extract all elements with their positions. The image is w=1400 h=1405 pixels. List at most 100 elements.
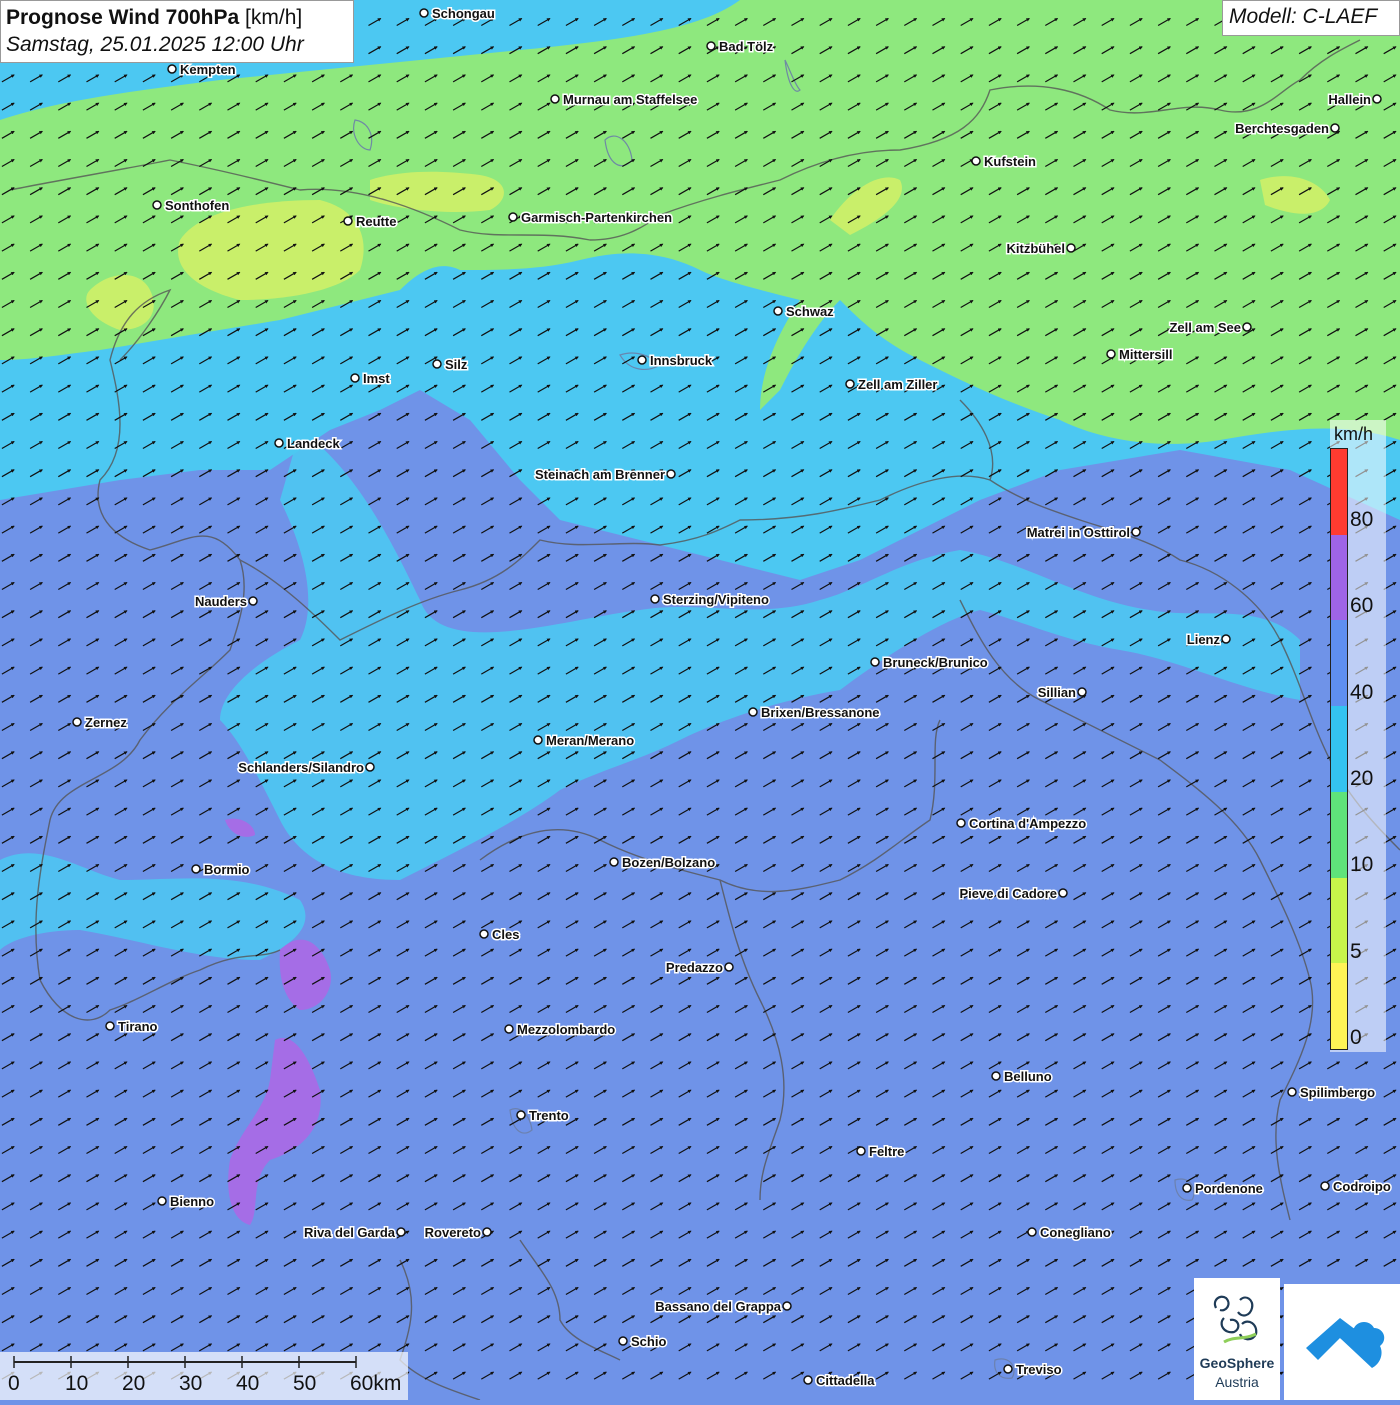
title-unit: [km/h] bbox=[245, 6, 303, 29]
city-garmisch-partenkirchen: Garmisch-Partenkirchen bbox=[508, 209, 674, 227]
scale-label: 50 bbox=[293, 1372, 317, 1395]
city-label: Innsbruck bbox=[650, 353, 713, 368]
city-label: Schwaz bbox=[786, 304, 834, 319]
city-marker bbox=[167, 64, 177, 74]
city-schlanders-silandro: Schlanders/Silandro bbox=[237, 759, 375, 777]
city-marker bbox=[157, 1196, 167, 1206]
city-label: Zell am Ziller bbox=[858, 377, 937, 392]
page-title: Prognose Wind 700hPa [km/h] bbox=[6, 4, 348, 32]
city-label: Mittersill bbox=[1119, 347, 1172, 362]
city-bassano-del-grappa: Bassano del Grappa bbox=[654, 1298, 792, 1316]
legend-tick-label: 40 bbox=[1350, 680, 1374, 704]
city-marker bbox=[1027, 1227, 1037, 1237]
city-label: Landeck bbox=[287, 436, 341, 451]
city-label: Schio bbox=[631, 1334, 666, 1349]
city-marker bbox=[637, 355, 647, 365]
city-marker bbox=[1077, 687, 1087, 697]
city-label: Mezzolombardo bbox=[517, 1022, 615, 1037]
city-label: Zell am See bbox=[1169, 320, 1241, 335]
city-marker bbox=[1003, 1364, 1013, 1374]
forecast-time: Samstag, 25.01.2025 12:00 Uhr bbox=[6, 33, 304, 56]
legend-tick-label: 20 bbox=[1350, 766, 1374, 790]
city-marker bbox=[856, 1146, 866, 1156]
city-zell-am-ziller: Zell am Ziller bbox=[845, 376, 939, 394]
city-brixen-bressanone: Brixen/Bressanone bbox=[748, 704, 881, 722]
city-label: Zernez bbox=[85, 715, 127, 730]
city-cortina-d-ampezzo: Cortina d'Ampezzo bbox=[956, 815, 1088, 833]
city-marker bbox=[396, 1227, 406, 1237]
scale-bar bbox=[0, 1352, 408, 1400]
city-label: Kufstein bbox=[984, 154, 1036, 169]
legend-swatch bbox=[1331, 877, 1347, 964]
legend-swatch bbox=[1331, 620, 1347, 707]
city-predazzo: Predazzo bbox=[664, 959, 734, 977]
city-marker bbox=[1058, 888, 1068, 898]
city-label: Bassano del Grappa bbox=[655, 1299, 781, 1314]
city-label: Cittadella bbox=[816, 1373, 875, 1388]
city-marker bbox=[105, 1021, 115, 1031]
city-marker bbox=[152, 200, 162, 210]
city-label: Matrei in Osttirol bbox=[1027, 525, 1130, 540]
city-label: Bienno bbox=[170, 1194, 214, 1209]
city-label: Hallein bbox=[1328, 92, 1371, 107]
city-label: Nauders bbox=[195, 594, 247, 609]
city-label: Murnau am Staffelsee bbox=[563, 92, 697, 107]
city-marker bbox=[343, 216, 353, 226]
city-schongau: Schongau bbox=[419, 5, 496, 23]
city-marker bbox=[191, 864, 201, 874]
scale-label: 30 bbox=[179, 1372, 203, 1395]
city-label: Meran/Merano bbox=[546, 733, 634, 748]
city-bozen-bolzano: Bozen/Bolzano bbox=[609, 854, 717, 872]
city-marker bbox=[1330, 123, 1340, 133]
city-marker bbox=[618, 1336, 628, 1346]
city-berchtesgaden: Berchtesgaden bbox=[1234, 120, 1340, 138]
city-label: Sonthofen bbox=[165, 198, 229, 213]
city-label: Steinach am Brenner bbox=[535, 467, 665, 482]
legend-tick-label: 0 bbox=[1350, 1025, 1362, 1049]
city-label: Kitzbühel bbox=[1007, 241, 1066, 256]
city-steinach-am-brenner: Steinach am Brenner bbox=[533, 466, 676, 484]
city-label: Treviso bbox=[1016, 1362, 1062, 1377]
city-label: Brixen/Bressanone bbox=[761, 705, 880, 720]
city-label: Kempten bbox=[180, 62, 236, 77]
city-marker bbox=[479, 929, 489, 939]
city-label: Sillian bbox=[1038, 685, 1076, 700]
scale-label: 60km bbox=[350, 1372, 402, 1395]
city-riva-del-garda: Riva del Garda bbox=[302, 1224, 406, 1242]
legend-swatch bbox=[1331, 791, 1347, 879]
city-zell-am-see: Zell am See bbox=[1168, 319, 1252, 337]
city-matrei-in-osttirol: Matrei in Osttirol bbox=[1025, 524, 1141, 542]
legend-swatch bbox=[1331, 706, 1347, 793]
legend-tick-label: 60 bbox=[1350, 594, 1374, 618]
scale-bar-line bbox=[13, 1356, 357, 1368]
scale-label: 20 bbox=[122, 1372, 146, 1395]
city-sonthofen: Sonthofen bbox=[152, 197, 231, 215]
city-marker bbox=[803, 1375, 813, 1385]
city-marker bbox=[1106, 349, 1116, 359]
city-sterzing-vipiteno: Sterzing/Vipiteno bbox=[650, 591, 770, 609]
city-marker bbox=[782, 1301, 792, 1311]
city-marker bbox=[845, 379, 855, 389]
scale-label: 10 bbox=[65, 1372, 89, 1395]
city-label: Imst bbox=[363, 371, 390, 386]
city-label: Bad Tölz bbox=[719, 39, 774, 54]
wind-map[interactable]: Schongau Bad Tölz Kempten Murnau am Staffel… bbox=[0, 0, 1400, 1400]
city-marker bbox=[533, 735, 543, 745]
city-label: Predazzo bbox=[666, 960, 723, 975]
geosphere-logo-icon bbox=[1213, 1295, 1258, 1344]
city-label: Codroipo bbox=[1333, 1179, 1391, 1194]
city-marker bbox=[550, 94, 560, 104]
city-marker bbox=[482, 1227, 492, 1237]
app-logo[interactable] bbox=[1284, 1284, 1400, 1400]
city-marker bbox=[991, 1071, 1001, 1081]
city-marker bbox=[956, 818, 966, 828]
city-marker bbox=[72, 717, 82, 727]
city-bruneck-brunico: Bruneck/Brunico bbox=[870, 654, 989, 672]
city-label: Garmisch-Partenkirchen bbox=[521, 210, 672, 225]
city-marker bbox=[1131, 527, 1141, 537]
city-spilimbergo: Spilimbergo bbox=[1287, 1084, 1377, 1102]
city-marker bbox=[706, 41, 716, 51]
scale-label: 40 bbox=[236, 1372, 260, 1395]
city-marker bbox=[1066, 243, 1076, 253]
city-label: Berchtesgaden bbox=[1235, 121, 1329, 136]
